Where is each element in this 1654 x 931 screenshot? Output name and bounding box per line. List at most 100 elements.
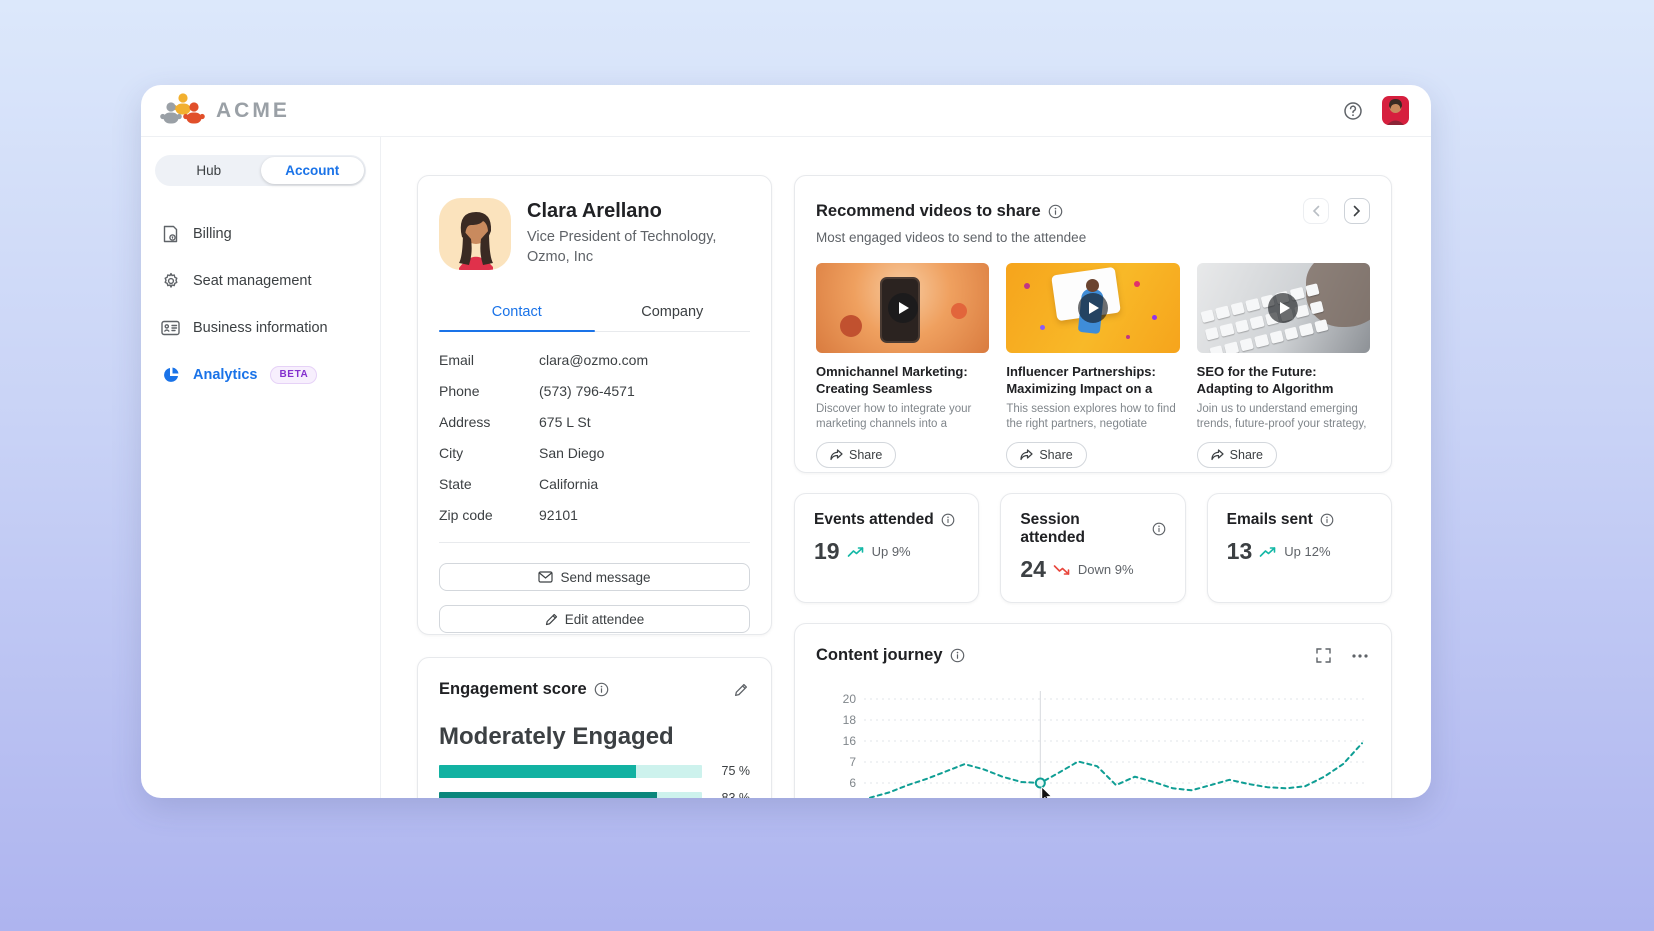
info-icon xyxy=(950,648,965,663)
info-icon xyxy=(594,682,609,697)
attendee-name: Clara Arellano xyxy=(527,200,716,223)
video-thumbnail[interactable] xyxy=(1006,263,1179,353)
envelope-icon xyxy=(538,571,553,583)
beta-badge: BETA xyxy=(270,366,317,384)
engagement-title: Engagement score xyxy=(439,680,587,699)
svg-text:6: 6 xyxy=(849,776,856,790)
pencil-icon xyxy=(545,613,558,626)
edit-attendee-button[interactable]: Edit attendee xyxy=(439,605,750,633)
video-card: SEO for the Future: Adapting to Algorith… xyxy=(1197,263,1370,468)
trend-up-icon xyxy=(1259,546,1277,558)
content-journey-chart[interactable]: 20 18 16 7 6 5 xyxy=(816,687,1370,798)
video-title: SEO for the Future: Adapting to Algorith… xyxy=(1197,363,1370,397)
video-description: Join us to understand emerging trends, f… xyxy=(1197,402,1370,432)
engagement-level: Moderately Engaged xyxy=(439,723,750,751)
attendee-tabs: Contact Company xyxy=(439,295,750,332)
svg-text:7: 7 xyxy=(849,755,856,769)
share-button[interactable]: Share xyxy=(1006,442,1086,468)
engagement-bar-row: 83 % xyxy=(439,791,750,798)
field-phone: Phone (573) 796-4571 xyxy=(439,383,750,399)
sidebar-item-billing[interactable]: Billing xyxy=(155,210,366,257)
billing-icon xyxy=(161,224,180,243)
video-card: Omnichannel Marketing: Creating Seamless… xyxy=(816,263,989,468)
app-window: ACME Hub Account xyxy=(141,85,1431,798)
mouse-cursor xyxy=(1042,787,1051,798)
video-description: Discover how to integrate your marketing… xyxy=(816,402,989,432)
stat-card-session-attended: Session attended 24 xyxy=(1000,493,1185,603)
recommend-videos-card: Recommend videos to share xyxy=(794,175,1392,473)
contact-fields: Email clara@ozmo.com Phone (573) 796-457… xyxy=(439,352,750,523)
svg-text:5: 5 xyxy=(849,797,856,798)
engagement-bar-row: 75 % xyxy=(439,764,750,778)
video-title: Omnichannel Marketing: Creating Seamless… xyxy=(816,363,989,397)
svg-text:18: 18 xyxy=(843,713,857,727)
field-zip: Zip code 92101 xyxy=(439,507,750,523)
pie-chart-icon xyxy=(161,365,180,384)
stat-card-emails-sent: Emails sent 13 xyxy=(1207,493,1392,603)
attendee-avatar xyxy=(439,198,511,270)
video-title: Influencer Partnerships: Maximizing Impa… xyxy=(1006,363,1179,397)
sidebar-item-label: Business information xyxy=(193,320,328,336)
engagement-bar-75 xyxy=(439,765,636,778)
share-icon xyxy=(1020,449,1033,461)
engagement-bar-83 xyxy=(439,792,657,799)
send-message-button[interactable]: Send message xyxy=(439,563,750,591)
brand: ACME xyxy=(160,92,290,130)
videos-subtitle: Most engaged videos to send to the atten… xyxy=(816,230,1370,245)
carousel-next-icon[interactable] xyxy=(1344,198,1370,224)
sidebar-item-label: Analytics xyxy=(193,367,257,383)
share-icon xyxy=(1211,449,1224,461)
field-state: State California xyxy=(439,476,750,492)
field-city: City San Diego xyxy=(439,445,750,461)
svg-text:20: 20 xyxy=(843,692,857,706)
video-thumbnail[interactable] xyxy=(1197,263,1370,353)
play-icon xyxy=(1078,293,1108,323)
sidebar-item-seat-management[interactable]: Seat management xyxy=(155,257,366,304)
sidebar-item-label: Seat management xyxy=(193,273,312,289)
journey-title: Content journey xyxy=(816,646,943,665)
share-button[interactable]: Share xyxy=(816,442,896,468)
app-header: ACME xyxy=(141,85,1431,137)
carousel-prev-icon[interactable] xyxy=(1303,198,1329,224)
field-email: Email clara@ozmo.com xyxy=(439,352,750,368)
sidebar-item-business-information[interactable]: Business information xyxy=(155,304,366,351)
info-icon xyxy=(1152,522,1166,536)
info-icon xyxy=(941,513,955,527)
video-card: Influencer Partnerships: Maximizing Impa… xyxy=(1006,263,1179,468)
sidebar-item-label: Billing xyxy=(193,226,232,242)
videos-title: Recommend videos to share xyxy=(816,202,1041,221)
divider xyxy=(439,542,750,543)
trend-up-icon xyxy=(847,546,865,558)
video-thumbnail[interactable] xyxy=(816,263,989,353)
engagement-score-card: Engagement score Mod xyxy=(417,657,772,798)
info-icon xyxy=(1048,204,1063,219)
sidebar-item-analytics[interactable]: Analytics BETA xyxy=(155,351,366,398)
brand-name: ACME xyxy=(216,99,290,123)
main-content: Clara Arellano Vice President of Technol… xyxy=(381,137,1431,798)
share-button[interactable]: Share xyxy=(1197,442,1277,468)
tab-account[interactable]: Account xyxy=(261,157,365,184)
hub-account-toggle: Hub Account xyxy=(155,155,366,186)
tab-company[interactable]: Company xyxy=(595,295,751,331)
video-description: This session explores how to find the ri… xyxy=(1006,402,1179,432)
more-options-icon[interactable] xyxy=(1350,652,1370,660)
user-avatar[interactable] xyxy=(1382,96,1409,125)
help-icon[interactable] xyxy=(1340,98,1366,124)
share-icon xyxy=(830,449,843,461)
sidebar: Hub Account Billing xyxy=(141,137,381,798)
people-logo-icon xyxy=(160,92,206,130)
content-journey-card: Content journey xyxy=(794,623,1392,798)
stats-row: Events attended 19 xyxy=(794,493,1392,603)
attendee-card: Clara Arellano Vice President of Technol… xyxy=(417,175,772,635)
play-icon xyxy=(888,293,918,323)
fullscreen-icon[interactable] xyxy=(1314,646,1333,665)
edit-engagement-icon[interactable] xyxy=(732,681,750,699)
field-address: Address 675 L St xyxy=(439,414,750,430)
trend-down-icon xyxy=(1053,564,1071,576)
svg-text:16: 16 xyxy=(843,734,857,748)
attendee-title: Vice President of Technology, Ozmo, Inc xyxy=(527,228,716,267)
tab-contact[interactable]: Contact xyxy=(439,295,595,331)
tab-hub[interactable]: Hub xyxy=(157,157,261,184)
id-card-icon xyxy=(161,318,180,337)
gear-icon xyxy=(161,271,180,290)
